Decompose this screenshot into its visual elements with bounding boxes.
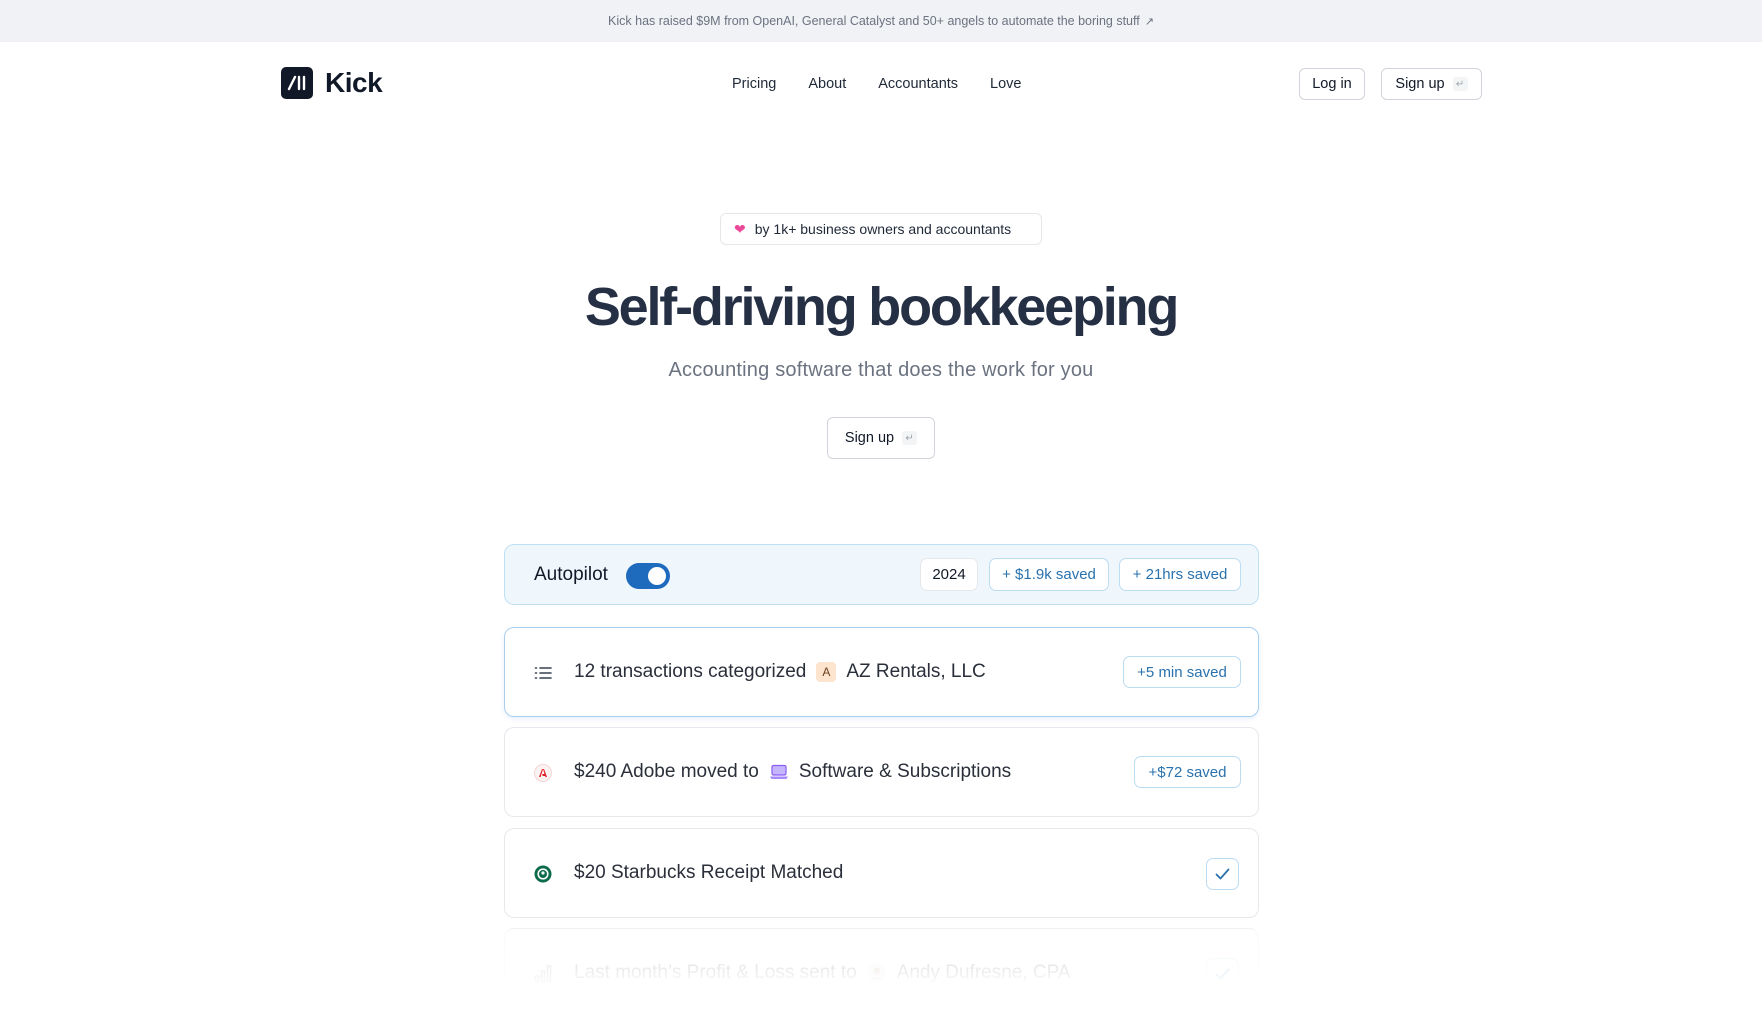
nav-link-pricing[interactable]: Pricing [732, 76, 776, 92]
nav-signup-button[interactable]: Sign up ↵ [1381, 68, 1482, 100]
feed-item-text: 12 transactions categorized A AZ Rentals… [574, 661, 986, 683]
check-icon [1215, 968, 1230, 980]
feed-item[interactable]: 12 transactions categorized A AZ Rentals… [504, 627, 1259, 717]
adobe-icon [534, 764, 552, 782]
feed-item-text: $20 Starbucks Receipt Matched [574, 862, 843, 884]
nav-signup-label: Sign up [1395, 76, 1445, 92]
feed-item-label: Last month’s Profit & Loss sent to [574, 962, 857, 983]
feed-item-text: $240 Adobe moved to Software & Subscript… [574, 761, 1011, 783]
feed-item[interactable]: Last month’s Profit & Loss sent to Andy … [504, 928, 1259, 1018]
announcement-banner[interactable]: Kick has raised $9M from OpenAI, General… [0, 0, 1762, 42]
nav-link-accountants[interactable]: Accountants [878, 76, 958, 92]
enter-key-icon: ↵ [1452, 77, 1468, 91]
bar-chart-icon [534, 965, 552, 983]
hours-saved-chip: + 21hrs saved [1119, 558, 1241, 591]
feed-item-text: Last month’s Profit & Loss sent to Andy … [574, 962, 1071, 984]
external-arrow-icon: ↗ [1144, 15, 1154, 28]
autopilot-bar: Autopilot 2024 + $1.9k saved + 21hrs sav… [504, 544, 1259, 605]
year-chip[interactable]: 2024 [920, 558, 978, 591]
announcement-text: Kick has raised $9M from OpenAI, General… [608, 14, 1140, 28]
money-saved-chip: + $1.9k saved [989, 558, 1109, 591]
starbucks-icon [534, 865, 552, 883]
vendor-name: AZ Rentals, LLC [846, 661, 986, 682]
toggle-knob [648, 567, 666, 585]
kick-logo-icon [281, 67, 313, 99]
feed-item-label: $240 Adobe moved to [574, 761, 759, 782]
check-badge [1206, 958, 1239, 990]
login-button[interactable]: Log in [1299, 68, 1365, 100]
autopilot-label: Autopilot [534, 564, 608, 585]
time-saved-badge: +5 min saved [1123, 656, 1241, 688]
logo-text: Kick [325, 67, 383, 98]
nav-link-about[interactable]: About [808, 76, 846, 92]
hero-signup-label: Sign up [844, 430, 895, 446]
autopilot-toggle[interactable] [626, 563, 670, 589]
hero-subtitle: Accounting software that does the work f… [668, 359, 1094, 381]
avatar [867, 963, 887, 983]
logo[interactable]: Kick [281, 67, 383, 99]
hero-title: Self-driving bookkeeping [584, 277, 1179, 337]
feed-item[interactable]: $20 Starbucks Receipt Matched [504, 828, 1259, 918]
enter-key-icon: ↵ [902, 431, 918, 445]
category-name: Software & Subscriptions [798, 761, 1012, 782]
social-proof-pill: ❤ by 1k+ business owners and accountants [720, 213, 1042, 245]
nav-links: Pricing About Accountants Love [732, 76, 1054, 92]
list-icon [534, 664, 552, 682]
feed-item-label: $20 Starbucks Receipt Matched [574, 862, 844, 883]
feed-item-label: 12 transactions categorized [574, 661, 807, 682]
money-saved-badge: +$72 saved [1134, 756, 1241, 788]
laptop-icon [769, 762, 789, 782]
heart-icon: ❤ [734, 220, 746, 237]
social-proof-text: by 1k+ business owners and accountants [754, 221, 1012, 237]
accountant-name: Andy Dufresne, CPA [896, 962, 1071, 983]
hero-signup-button[interactable]: Sign up ↵ [827, 417, 935, 459]
vendor-avatar: A [816, 662, 837, 682]
feed-item[interactable]: $240 Adobe moved to Software & Subscript… [504, 727, 1259, 817]
check-badge [1206, 858, 1239, 890]
check-icon [1215, 868, 1230, 880]
nav-link-love[interactable]: Love [990, 76, 1021, 92]
top-nav: Kick Pricing About Accountants Love Log … [0, 42, 1762, 126]
